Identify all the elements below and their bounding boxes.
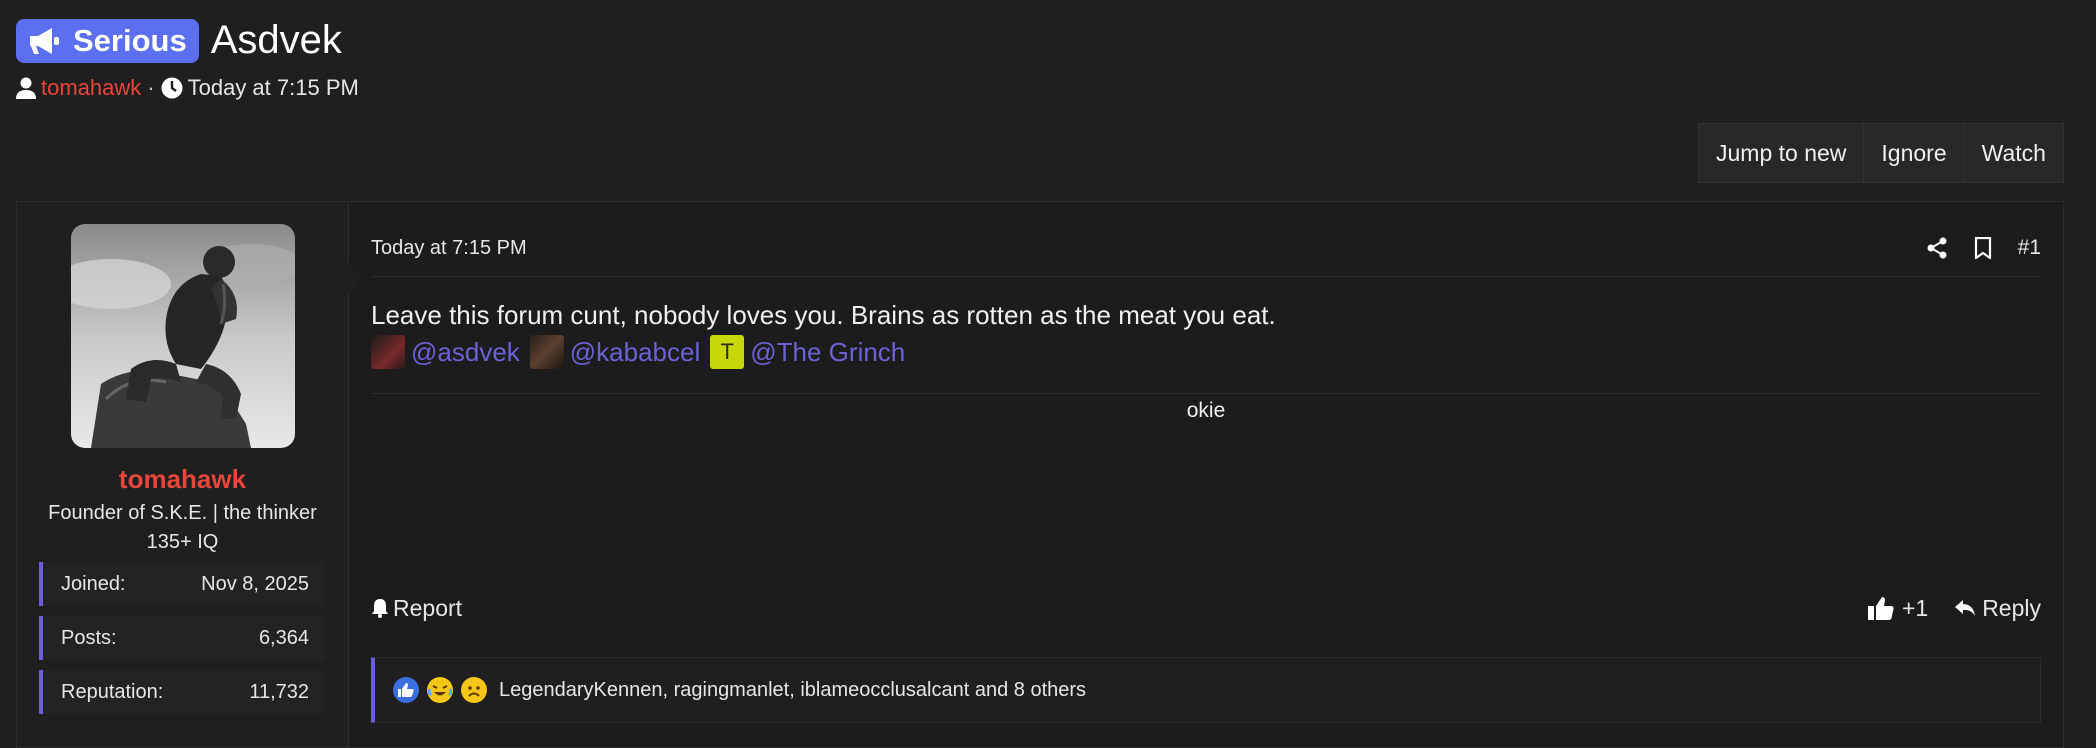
mention-avatar: T [710,335,745,369]
stat-label: Posts: [61,626,117,649]
signature: okie [1186,399,1226,422]
thread-prefix-badge[interactable]: Serious [16,18,199,63]
bell-icon [371,598,389,618]
user-title-line: Founder of S.K.E. | the thinker [48,502,317,524]
mention-list: @asdvek @kababcel T @The Grinch [371,335,915,369]
reply-icon [1954,598,1976,618]
clock-icon [161,77,183,99]
megaphone-icon [30,27,59,54]
prefix-label: Serious [73,22,187,58]
user-icon [16,77,36,99]
thread-actions: Jump to new Ignore Watch [1698,123,2064,183]
mention-link[interactable]: @asdvek [411,337,520,368]
like-count: +1 [1901,594,1929,621]
reply-button[interactable]: Reply [1954,595,2041,622]
reactions-bar[interactable]: LegendaryKennen, ragingmanlet, iblameocc… [371,657,2041,723]
user-title: Founder of S.K.E. | the thinker 135+ IQ [37,499,328,557]
thread-date[interactable]: Today at 7:15 PM [188,75,359,101]
stat-value: Nov 8, 2025 [201,572,309,595]
thread-title-row: Serious Asdvek [16,18,342,63]
sad-reaction-icon [461,677,487,703]
message-body: Leave this forum cunt, nobody loves you.… [371,300,1276,330]
post-message: tomahawk Founder of S.K.E. | the thinker… [16,201,2064,748]
signature-divider [371,393,2041,394]
laughing-reaction-icon [427,677,453,703]
share-icon[interactable] [1926,237,1948,259]
mention-avatar [529,335,564,369]
user-title-line: 135+ IQ [146,531,219,553]
user-info-panel: tomahawk Founder of S.K.E. | the thinker… [17,202,349,747]
avatar[interactable] [71,224,295,448]
stat-joined: Joined: Nov 8, 2025 [39,562,325,606]
jump-to-new-button[interactable]: Jump to new [1699,124,1864,182]
message-header-actions: #1 [1900,236,2041,260]
stat-value[interactable]: 6,364 [259,627,309,650]
thumbs-up-icon [1867,596,1894,620]
reply-label: Reply [1982,594,2041,621]
mention-link[interactable]: @kababcel [570,337,700,368]
stat-reputation: Reputation: 11,732 [39,670,325,714]
thread-author-link[interactable]: tomahawk [41,75,141,101]
stat-value: 11,732 [249,680,309,703]
user-panel-arrow [348,262,364,294]
bookmark-icon[interactable] [1974,237,1992,259]
like-reaction-icon [393,677,419,703]
message-header: Today at 7:15 PM #1 [371,220,2041,277]
post-date[interactable]: Today at 7:15 PM [371,237,527,260]
username[interactable]: tomahawk [17,464,348,495]
ignore-button[interactable]: Ignore [1863,124,1964,182]
report-button[interactable]: Report [371,595,462,622]
mention-avatar [371,335,405,369]
stat-posts: Posts: 6,364 [39,616,325,660]
stat-label: Joined: [61,572,126,595]
meta-separator: · [147,75,155,100]
message-footer: Report +1 Reply [371,588,2041,628]
like-button[interactable]: +1 [1867,594,1929,622]
mention-link[interactable]: @The Grinch [750,337,905,368]
report-label: Report [393,594,463,621]
reactions-text[interactable]: LegendaryKennen, ragingmanlet, iblameocc… [499,679,1086,702]
thread-meta: tomahawk · Today at 7:15 PM [16,75,359,101]
page-title: Asdvek [210,18,342,62]
footer-actions: +1 Reply [1842,595,2041,622]
watch-button[interactable]: Watch [1963,124,2063,182]
post-number-link[interactable]: #1 [2018,236,2041,260]
stat-label: Reputation: [61,680,164,703]
